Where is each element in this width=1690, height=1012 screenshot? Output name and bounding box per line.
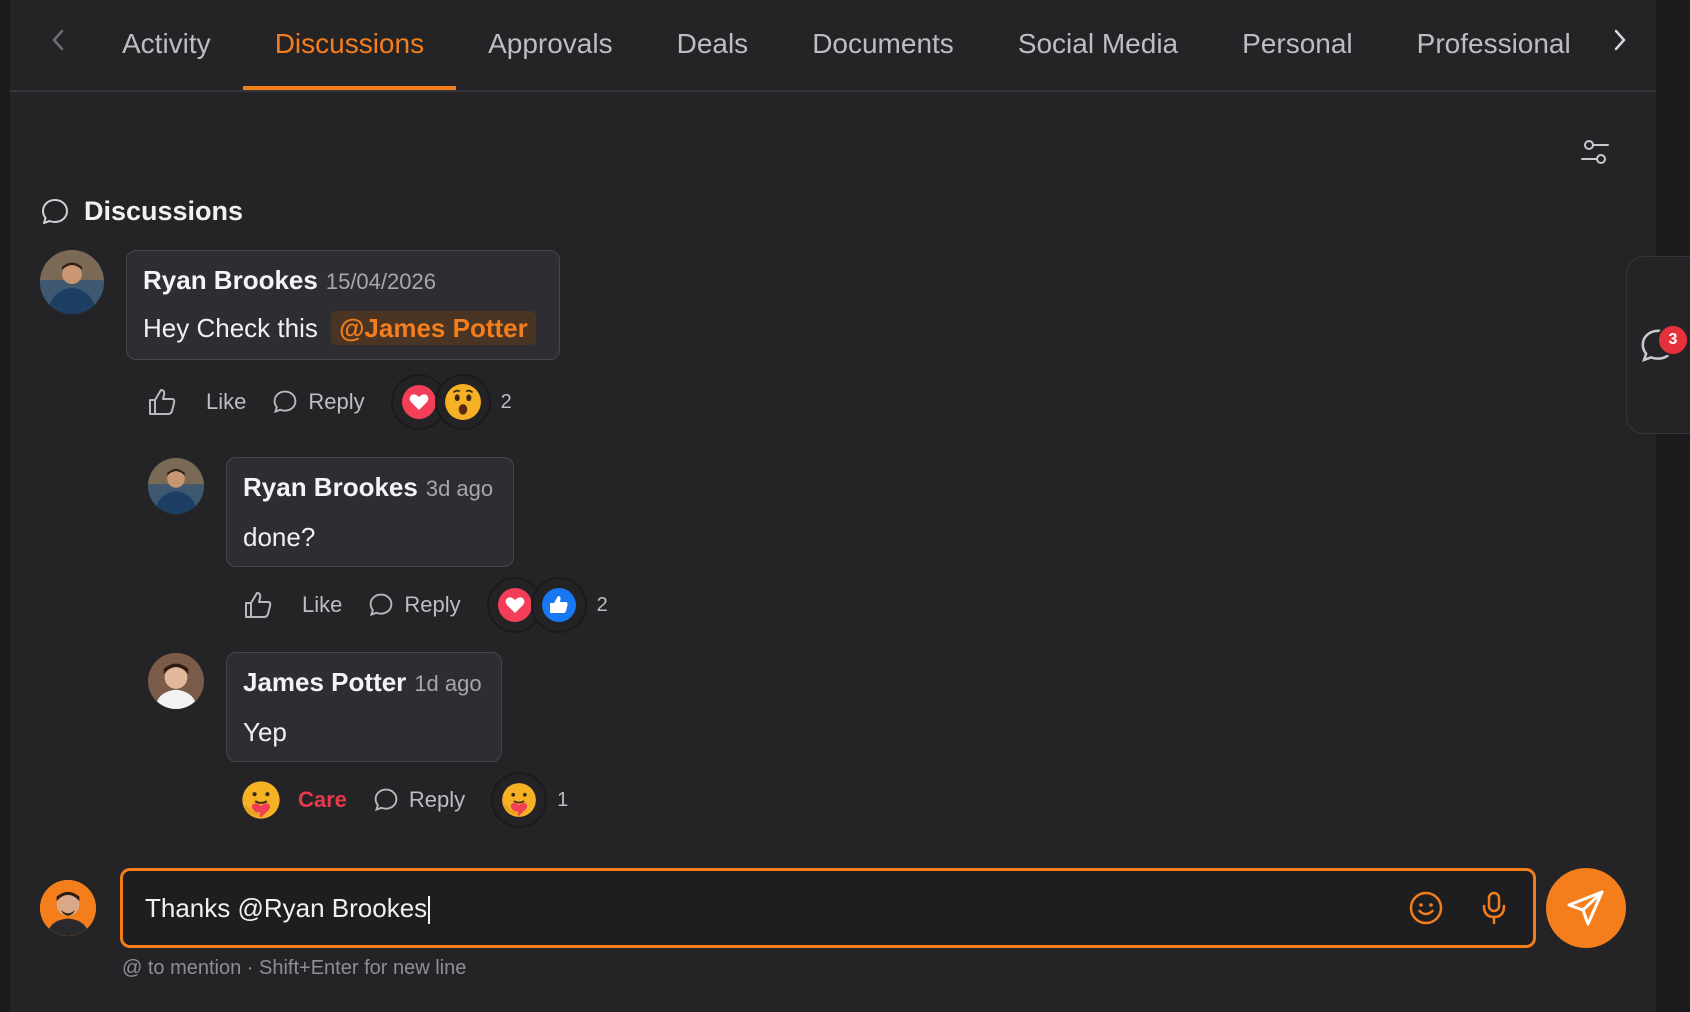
like-label: Like	[302, 592, 343, 617]
user-photo-icon	[148, 458, 204, 514]
chat-bubble-icon	[374, 788, 398, 812]
tab-discussions[interactable]: Discussions	[242, 0, 457, 90]
comment-timestamp: 1d ago	[414, 671, 482, 696]
chevron-left-icon	[52, 29, 64, 51]
wow-reaction-icon	[444, 384, 481, 420]
heart-reaction-icon	[401, 385, 436, 419]
avatar[interactable]	[148, 458, 204, 514]
tab-bar: Activity Discussions Approvals Deals Doc…	[10, 0, 1656, 92]
avatar[interactable]	[148, 653, 204, 709]
heart-reaction-icon	[497, 588, 532, 622]
chat-bubble-icon	[42, 198, 68, 224]
reply-label: Reply	[404, 592, 461, 617]
sliders-icon	[1581, 140, 1609, 164]
tab-documents[interactable]: Documents	[780, 0, 986, 88]
chevron-right-icon	[1614, 29, 1626, 51]
comment-text: Yep	[243, 717, 287, 747]
comment-author[interactable]: Ryan Brookes	[143, 265, 318, 296]
reaction-wow	[434, 374, 491, 430]
section-title: Discussions	[84, 196, 244, 226]
tab-activity[interactable]: Activity	[90, 0, 243, 88]
comment-timestamp: 15/04/2026	[325, 269, 436, 294]
user-photo-icon	[148, 653, 204, 709]
microphone-icon	[1482, 891, 1506, 925]
reaction-summary[interactable]: 2	[390, 374, 512, 430]
comment-bubble: James Potter 1d ago Yep	[226, 652, 502, 762]
reply-label: Reply	[308, 389, 365, 414]
thumbs-up-reaction-icon	[541, 588, 576, 622]
reaction-summary[interactable]: 2	[486, 577, 608, 633]
mention-chip[interactable]: @James Potter	[331, 311, 536, 345]
like-label: Like	[206, 389, 247, 414]
tab-professional[interactable]: Professional	[1385, 0, 1580, 88]
comment-input-value: Thanks @Ryan Brookes	[145, 871, 431, 945]
tab-list: Activity Discussions Approvals Deals Doc…	[90, 0, 1580, 90]
comment-bubble: Ryan Brookes 3d ago done?	[226, 457, 514, 567]
user-photo-icon	[40, 880, 96, 936]
side-discussions-toggle[interactable]: 3	[1626, 256, 1690, 434]
comment-input[interactable]: Thanks @Ryan Brookes	[120, 868, 1536, 948]
discussion-panel: Activity Discussions Approvals Deals Doc…	[10, 0, 1656, 1012]
care-reaction-button[interactable]: Care	[240, 779, 347, 821]
filter-button[interactable]	[1575, 132, 1615, 172]
reply-button[interactable]: Reply	[373, 787, 465, 813]
composer-hint: @ to mention · Shift+Enter for new line	[122, 957, 467, 979]
chat-bubble-icon	[274, 390, 297, 414]
comment-timestamp: 3d ago	[425, 476, 494, 501]
reply-label: Reply	[408, 787, 466, 812]
comment-author[interactable]: James Potter	[243, 667, 406, 698]
avatar[interactable]	[40, 250, 104, 314]
paper-plane-icon	[1567, 890, 1604, 926]
tabs-scroll-left-button[interactable]	[36, 18, 80, 62]
reply-button[interactable]: Reply	[272, 389, 365, 415]
reaction-like	[530, 577, 587, 633]
section-header: Discussions	[40, 196, 243, 227]
reply-button[interactable]: Reply	[368, 592, 461, 618]
comment-author[interactable]: Ryan Brookes	[243, 472, 418, 503]
notification-badge: 3	[1657, 324, 1689, 356]
reaction-count: 1	[557, 788, 569, 811]
comment-actions: Care Reply 1	[240, 772, 568, 828]
tab-social-media[interactable]: Social Media	[986, 0, 1210, 88]
voice-input-button[interactable]	[1474, 888, 1514, 928]
user-photo-icon	[40, 250, 104, 314]
thumbs-up-outline-icon	[149, 389, 176, 415]
tab-approvals[interactable]: Approvals	[456, 0, 645, 88]
comment-bubble: Ryan Brookes 15/04/2026 Hey Check this @…	[126, 250, 560, 360]
reaction-summary[interactable]: 1	[491, 772, 568, 828]
current-user-avatar[interactable]	[40, 880, 96, 936]
reaction-care	[491, 772, 548, 828]
reaction-count: 2	[596, 593, 608, 616]
care-label: Care	[298, 787, 347, 812]
emoji-button[interactable]	[1406, 888, 1446, 928]
comment-text: done?	[243, 522, 316, 552]
send-button[interactable]	[1546, 868, 1626, 948]
comment-text: Hey Check this	[143, 313, 318, 343]
reaction-count: 2	[500, 390, 512, 413]
tabs-scroll-right-button[interactable]	[1598, 18, 1642, 62]
like-button[interactable]: Like	[242, 589, 342, 621]
like-button[interactable]: Like	[146, 386, 246, 418]
tab-deals[interactable]: Deals	[645, 0, 781, 88]
thumbs-up-outline-icon	[245, 592, 272, 618]
care-reaction-icon	[502, 783, 537, 817]
tab-personal[interactable]: Personal	[1210, 0, 1385, 88]
smiley-icon	[1409, 891, 1443, 925]
chat-bubble-icon	[370, 593, 393, 617]
comment-actions: Like Reply 2	[146, 374, 512, 430]
care-reaction-icon	[242, 781, 280, 819]
comment-actions: Like Reply 2	[242, 577, 608, 633]
